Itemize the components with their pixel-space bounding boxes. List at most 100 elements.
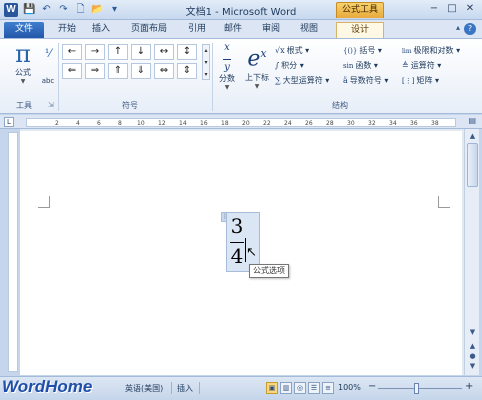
zoom-out-icon[interactable]: − (368, 381, 376, 392)
matrix-button[interactable]: [⋮] 矩阵 ▾ (402, 75, 439, 86)
vertical-scrollbar[interactable]: ▲ ▼ ▲ ● ▼ (464, 129, 479, 375)
symbol-double-right-arrow[interactable]: ⇒ (85, 63, 105, 79)
ruler-track[interactable]: 2 4 6 8 10 12 14 16 18 20 22 24 26 28 30… (26, 118, 456, 127)
group-label-symbols: 符号 (122, 101, 138, 110)
tab-file[interactable]: 文件 (4, 22, 44, 38)
ribbon-tabs: 文件 开始 插入 页面布局 引用 邮件 审阅 视图 设计 ▴ ? (0, 20, 482, 38)
bracket-button[interactable]: {()} 括号 ▾ (343, 45, 382, 56)
operator-icon: ≜ (402, 61, 409, 70)
radical-icon: √x (275, 46, 285, 55)
web-layout-icon[interactable]: ◎ (294, 382, 306, 394)
margin-corner-top-right (438, 196, 450, 208)
accent-icon: ä (343, 76, 348, 85)
sum-icon: ∑ (275, 76, 281, 85)
tab-mailings[interactable]: 邮件 (218, 22, 248, 38)
close-icon[interactable]: ✕ (462, 1, 478, 16)
fraction-icon: xy (223, 42, 231, 73)
chevron-down-icon: ▼ (254, 83, 260, 91)
radical-button[interactable]: √x 根式 ▾ (275, 45, 309, 56)
bracket-icon: {()} (343, 47, 358, 55)
operator-button[interactable]: ≜ 运算符 ▾ (402, 60, 441, 71)
status-insert-mode[interactable]: 插入 (177, 383, 193, 394)
zoom-in-icon[interactable]: + (465, 381, 473, 392)
pi-icon: π (15, 40, 31, 68)
professional-icon: ⅟ (44, 47, 52, 60)
status-separator (171, 382, 172, 394)
large-operator-button[interactable]: ∑ 大型运算符 ▾ (275, 75, 329, 86)
scroll-down-icon[interactable]: ▼ (467, 327, 478, 337)
select-browse-object-icon[interactable]: ● (467, 351, 478, 361)
next-page-icon[interactable]: ▼ (467, 361, 478, 371)
symbol-double-left-arrow[interactable]: ⇐ (62, 63, 82, 79)
symbol-gallery-scroll[interactable]: ▴ ▾ ▾ (202, 44, 210, 80)
status-separator (199, 382, 200, 394)
minimize-icon[interactable]: − (426, 1, 442, 16)
symbol-double-up-down-arrow[interactable]: ⇕ (177, 63, 197, 79)
symbol-double-down-arrow[interactable]: ⇓ (131, 63, 151, 79)
script-button[interactable]: ex 上下标 ▼ (242, 41, 272, 90)
mouse-pointer-icon: ↖ (246, 245, 257, 260)
accent-button[interactable]: ä 导数符号 ▾ (343, 75, 388, 86)
zoom-slider-thumb[interactable] (414, 383, 419, 394)
script-icon: ex (247, 46, 267, 72)
tab-design[interactable]: 设计 (336, 22, 384, 38)
status-language[interactable]: 英语(美国) (125, 383, 163, 394)
tab-selector[interactable]: L (4, 117, 14, 127)
symbol-double-up-arrow[interactable]: ⇑ (108, 63, 128, 79)
zoom-level[interactable]: 100% (338, 383, 361, 392)
function-icon: sin (343, 62, 354, 70)
equation-options-tooltip: 公式选项 (249, 264, 289, 278)
view-buttons: ▣ ▥ ◎ ☰ ≡ (266, 382, 334, 394)
tab-review[interactable]: 审阅 (256, 22, 286, 38)
fraction-bar (230, 242, 244, 243)
outline-icon[interactable]: ☰ (308, 382, 320, 394)
chevron-down-icon: ▼ (20, 78, 26, 85)
group-label-tools: 工具 (16, 101, 32, 110)
full-screen-reading-icon[interactable]: ▥ (280, 382, 292, 394)
fraction-numerator[interactable]: 3 (228, 214, 246, 238)
zoom-slider-track[interactable] (378, 388, 462, 389)
context-tab-header: 公式工具 (336, 2, 384, 18)
normal-text-button[interactable]: abc (38, 77, 58, 85)
fraction-button[interactable]: xy 分数 ▼ (214, 41, 240, 92)
limit-button[interactable]: lim 极限和对数 ▾ (402, 45, 460, 56)
print-layout-icon[interactable]: ▣ (266, 382, 278, 394)
scroll-up-icon[interactable]: ▲ (467, 131, 478, 141)
symbol-up-arrow[interactable]: ↑ (108, 44, 128, 60)
symbol-double-left-right-arrow[interactable]: ⇔ (154, 63, 174, 79)
integral-button[interactable]: ∫ 积分 ▾ (275, 60, 304, 71)
group-label-structures: 结构 (332, 101, 348, 110)
previous-page-icon[interactable]: ▲ (467, 341, 478, 351)
help-icon[interactable]: ? (464, 23, 476, 35)
professional-button[interactable]: ⅟ (38, 47, 58, 60)
limit-icon: lim (402, 48, 412, 55)
formula-button[interactable]: π 公式 ▼ (8, 41, 38, 85)
equation-handle[interactable]: ⋮ (221, 212, 228, 222)
fraction-denominator[interactable]: 4 (228, 244, 246, 268)
view-ruler-icon[interactable]: ▤ (468, 116, 476, 125)
function-button[interactable]: sin 函数 ▾ (343, 60, 378, 71)
matrix-icon: [⋮] (402, 77, 415, 85)
chevron-down-icon: ▼ (224, 84, 230, 91)
tab-insert[interactable]: 插入 (86, 22, 116, 38)
symbol-right-arrow[interactable]: → (85, 44, 105, 60)
margin-corner-top-left (38, 196, 50, 208)
tab-home[interactable]: 开始 (52, 22, 82, 38)
integral-icon: ∫ (275, 61, 280, 70)
symbol-up-down-arrow[interactable]: ↕ (177, 44, 197, 60)
dialog-launcher-icon[interactable]: ⇲ (48, 101, 54, 109)
tab-references[interactable]: 引用 (182, 22, 212, 38)
collapse-ribbon-icon[interactable]: ▴ (456, 23, 460, 32)
title-bar: W 💾 ↶ ↷ 🗋 📂 ▾ 文档1 - Microsoft Word 公式工具 … (0, 0, 482, 20)
symbol-down-arrow[interactable]: ↓ (131, 44, 151, 60)
vertical-ruler[interactable] (8, 132, 18, 372)
status-bar: WordHome 英语(美国) 插入 ▣ ▥ ◎ ☰ ≡ 100% − + (0, 376, 482, 400)
draft-icon[interactable]: ≡ (322, 382, 334, 394)
symbol-left-right-arrow[interactable]: ↔ (154, 44, 174, 60)
watermark-logo: WordHome (2, 377, 93, 396)
symbol-left-arrow[interactable]: ← (62, 44, 82, 60)
scroll-thumb[interactable] (467, 143, 478, 187)
tab-view[interactable]: 视图 (294, 22, 324, 38)
maximize-icon[interactable]: □ (444, 1, 460, 16)
tab-page-layout[interactable]: 页面布局 (124, 22, 174, 38)
